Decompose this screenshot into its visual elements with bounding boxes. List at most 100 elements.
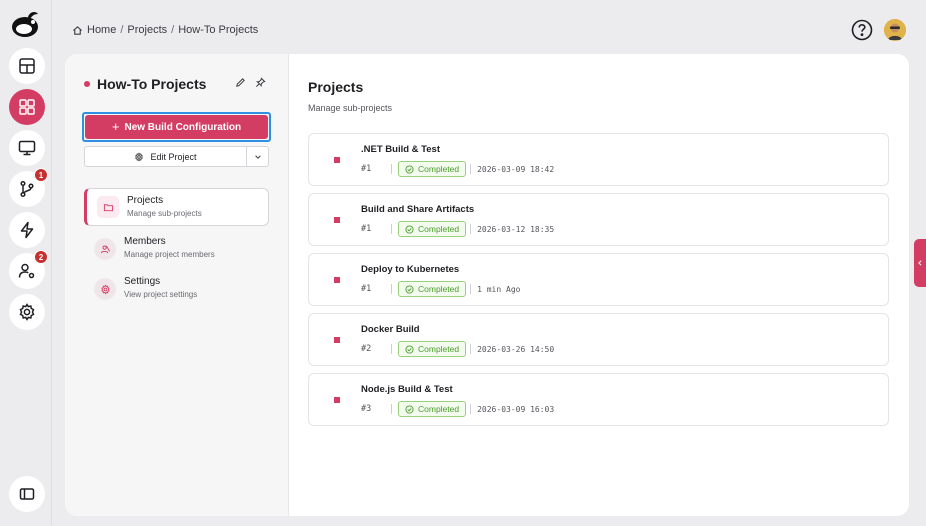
run-time: 2026-03-12 18:35 xyxy=(477,224,555,234)
rail-apps-button[interactable] xyxy=(9,89,45,125)
pin-icon[interactable] xyxy=(255,77,266,88)
pencil-icon[interactable] xyxy=(235,77,246,88)
status-label: Completed xyxy=(418,284,460,294)
nav-icon-wrap xyxy=(94,238,116,260)
row-name: Docker Build xyxy=(361,324,420,335)
check-circle-icon xyxy=(405,404,414,414)
rail-settings-button[interactable] xyxy=(9,294,45,330)
breadcrumb: Home / Projects / How-To Projects xyxy=(72,24,258,36)
git-badge: 1 xyxy=(34,168,48,182)
project-sidebar: How-To Projects + New Build Configuratio… xyxy=(65,54,289,516)
new-build-configuration-button[interactable]: + New Build Configuration xyxy=(85,115,268,139)
gear-icon xyxy=(135,151,144,162)
git-branch-icon xyxy=(20,180,34,198)
user-settings-badge: 2 xyxy=(34,250,48,264)
nav-subtitle: Manage project members xyxy=(124,250,215,259)
project-row[interactable]: Build and Share Artifacts #1 Completed 2… xyxy=(308,193,889,246)
breadcrumb-separator: / xyxy=(171,24,175,36)
divider xyxy=(391,344,392,354)
check-circle-icon xyxy=(405,284,414,294)
main-card: How-To Projects + New Build Configuratio… xyxy=(65,54,909,516)
left-rail: 1 2 xyxy=(0,0,52,526)
row-marker xyxy=(334,397,340,403)
logo-icon[interactable] xyxy=(10,8,42,40)
status-label: Completed xyxy=(418,164,460,174)
row-marker xyxy=(334,157,340,163)
rail-user-settings-button[interactable]: 2 xyxy=(9,250,48,289)
divider xyxy=(391,164,392,174)
status-label: Completed xyxy=(418,404,460,414)
status-badge: Completed xyxy=(398,221,467,237)
divider xyxy=(470,284,472,294)
row-meta: #1 Completed 1 min Ago xyxy=(361,281,520,297)
home-icon[interactable] xyxy=(72,25,83,36)
project-title: How-To Projects xyxy=(97,76,207,92)
row-name: Node.js Build & Test xyxy=(361,384,453,395)
run-time: 2026-03-09 16:03 xyxy=(477,404,555,414)
row-name: .NET Build & Test xyxy=(361,144,440,155)
status-label: Completed xyxy=(418,344,460,354)
divider xyxy=(470,344,472,354)
row-meta: #2 Completed 2026-03-26 14:50 xyxy=(361,341,554,357)
nav-item-members[interactable]: Members Manage project members xyxy=(84,230,269,268)
plus-icon: + xyxy=(111,119,120,134)
rail-lightning-button[interactable] xyxy=(9,212,45,248)
nav-label: Members xyxy=(124,236,166,247)
nav-subtitle: Manage sub-projects xyxy=(127,209,202,218)
check-circle-icon xyxy=(405,344,414,354)
sidebar-toggle-icon xyxy=(19,488,35,500)
project-status-dot xyxy=(84,81,90,87)
avatar-image xyxy=(884,19,906,41)
run-time: 1 min Ago xyxy=(477,284,521,294)
project-row[interactable]: .NET Build & Test #1 Completed 2026-03-0… xyxy=(308,133,889,186)
nav-icon-wrap xyxy=(94,278,116,300)
divider xyxy=(391,284,392,294)
status-badge: Completed xyxy=(398,161,467,177)
help-icon[interactable] xyxy=(851,19,873,41)
status-label: Completed xyxy=(418,224,460,234)
project-row[interactable]: Docker Build #2 Completed 2026-03-26 14:… xyxy=(308,313,889,366)
rail-monitor-button[interactable] xyxy=(9,130,45,166)
check-circle-icon xyxy=(405,164,414,174)
nav-item-settings[interactable]: Settings View project settings xyxy=(84,270,269,308)
row-marker xyxy=(334,217,340,223)
gear-icon xyxy=(19,303,35,321)
divider xyxy=(391,404,392,414)
nav-label: Settings xyxy=(124,276,161,287)
page-subtitle: Manage sub-projects xyxy=(308,103,393,113)
run-time: 2026-03-09 18:42 xyxy=(477,164,555,174)
page-title: Projects xyxy=(308,79,364,95)
side-panel-toggle[interactable] xyxy=(914,239,926,287)
breadcrumb-home[interactable]: Home xyxy=(87,24,116,36)
breadcrumb-current: How-To Projects xyxy=(178,24,259,36)
lightning-icon xyxy=(20,221,34,239)
rail-git-button[interactable]: 1 xyxy=(9,168,48,207)
run-time: 2026-03-26 14:50 xyxy=(477,344,555,354)
row-meta: #1 Completed 2026-03-12 18:35 xyxy=(361,221,554,237)
sidebar-toggle-button[interactable] xyxy=(9,476,45,512)
apps-grid-icon xyxy=(19,99,35,115)
project-row[interactable]: Node.js Build & Test #3 Completed 2026-0… xyxy=(308,373,889,426)
edit-project-dropdown-button[interactable] xyxy=(247,146,269,167)
members-icon xyxy=(100,245,110,253)
status-badge: Completed xyxy=(398,281,467,297)
run-number: #3 xyxy=(361,404,372,414)
row-name: Deploy to Kubernetes xyxy=(361,264,460,275)
avatar[interactable] xyxy=(884,19,906,41)
nav-item-projects[interactable]: Projects Manage sub-projects xyxy=(84,188,269,226)
project-row[interactable]: Deploy to Kubernetes #1 Completed 1 min … xyxy=(308,253,889,306)
divider xyxy=(470,404,472,414)
edit-project-button[interactable]: Edit Project xyxy=(84,146,247,167)
chevron-down-icon xyxy=(254,154,261,159)
breadcrumb-projects[interactable]: Projects xyxy=(127,24,167,36)
monitor-icon xyxy=(18,140,36,156)
folder-icon xyxy=(103,203,113,211)
user-settings-icon xyxy=(18,263,35,279)
chevron-left-icon xyxy=(918,260,922,266)
nav-text: Members Manage project members xyxy=(124,236,215,259)
rail-dashboard-button[interactable] xyxy=(9,48,45,84)
edit-project-label: Edit Project xyxy=(150,151,197,162)
nav-text: Projects Manage sub-projects xyxy=(127,195,202,218)
run-number: #1 xyxy=(361,224,372,234)
check-circle-icon xyxy=(405,224,414,234)
